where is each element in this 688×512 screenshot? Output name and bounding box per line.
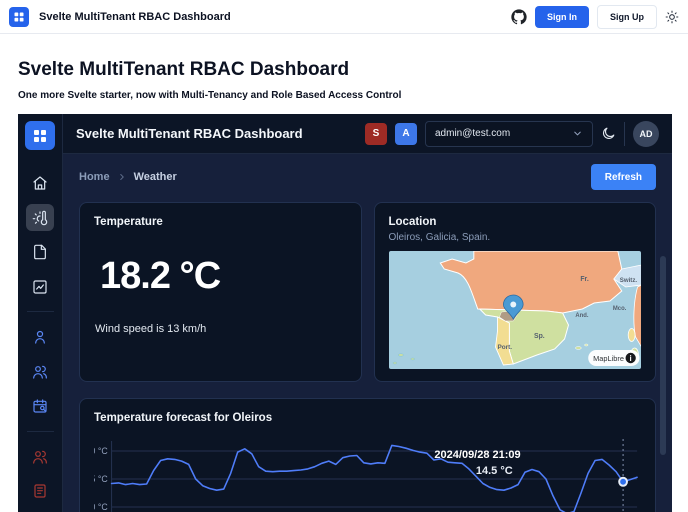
sidebar-item-charts[interactable]: [26, 273, 54, 301]
dashboard-content: Home Weather Refresh Temperature 18.2 °C…: [63, 154, 672, 512]
page-subtitle: One more Svelte starter, now with Multi-…: [18, 90, 402, 101]
temperature-card-title: Temperature: [94, 216, 163, 228]
brand-link[interactable]: Svelte MultiTenant RBAC Dashboard: [9, 6, 231, 27]
user-select[interactable]: admin@test.com: [425, 120, 593, 147]
sun-icon: [665, 10, 679, 23]
hero-section: Svelte MultiTenant RBAC Dashboard One mo…: [0, 34, 688, 102]
grid-logo-icon: [14, 12, 24, 21]
topnav-title: Svelte MultiTenant RBAC Dashboard: [39, 10, 231, 23]
breadcrumb-home[interactable]: Home: [79, 171, 110, 183]
theme-toggle-button[interactable]: [665, 10, 679, 24]
breadcrumb: Home Weather: [79, 171, 177, 183]
users-icon: [33, 450, 47, 464]
sign-up-button[interactable]: Sign Up: [597, 4, 657, 29]
tenant-a-button[interactable]: A: [395, 122, 417, 145]
location-card: Location Oleiros, Galicia, Spain. Fr. Sw…: [373, 202, 656, 382]
home-icon: [33, 176, 47, 190]
map-canvas: Fr. Switz. Mco. And. Sp. Port. MapLibre …: [388, 251, 641, 369]
sidebar-item-weather[interactable]: [26, 203, 54, 232]
sidebar-item-users[interactable]: [26, 358, 54, 386]
refresh-button[interactable]: Refresh: [590, 164, 656, 190]
user-select-value: admin@test.com: [435, 128, 511, 139]
forecast-card: Temperature forecast for Oleiros 20 °C 15…: [79, 398, 656, 512]
github-icon: [511, 8, 527, 24]
location-subtitle: Oleiros, Galicia, Spain.: [388, 232, 491, 243]
svg-text:15 °C: 15 °C: [94, 474, 108, 484]
notebook-icon: [34, 484, 46, 498]
grid-logo-icon: [34, 129, 46, 142]
sidebar-divider: [26, 311, 54, 313]
dashboard-frame: Svelte MultiTenant RBAC Dashboard S A ad…: [18, 114, 672, 512]
forecast-chart[interactable]: 20 °C15 °C10 °C 2024/09/28 21:09 14.5 °C: [94, 435, 641, 512]
sign-in-button[interactable]: Sign In: [535, 5, 589, 28]
dashboard-sidebar: [18, 114, 63, 512]
sidebar-item-tenant-users[interactable]: [26, 443, 54, 471]
sidebar-divider: [26, 430, 54, 432]
location-card-title: Location: [388, 216, 437, 228]
map-attribution[interactable]: MapLibre i: [587, 350, 640, 366]
sidebar-item-audit-log[interactable]: [26, 477, 54, 505]
dashboard-title: Svelte MultiTenant RBAC Dashboard: [76, 126, 303, 141]
svg-text:10 °C: 10 °C: [94, 502, 108, 512]
header-divider: [624, 121, 625, 146]
sidebar-item-calendar-search[interactable]: [26, 392, 54, 420]
map-label-france: Fr.: [580, 276, 588, 283]
dashboard-header: Svelte MultiTenant RBAC Dashboard S A ad…: [63, 114, 672, 154]
svg-text:20 °C: 20 °C: [94, 446, 108, 456]
chevron-down-icon: [574, 131, 581, 136]
sidebar-item-home[interactable]: [26, 169, 54, 197]
app-logo: [9, 6, 29, 27]
temperature-card: Temperature 18.2 °C Wind speed is 13 km/…: [79, 202, 362, 382]
map-attribution-label: MapLibre: [593, 354, 624, 363]
svg-text:i: i: [629, 354, 631, 363]
dark-mode-toggle[interactable]: [601, 126, 616, 141]
page-title: Svelte MultiTenant RBAC Dashboard: [18, 59, 350, 80]
user-avatar[interactable]: AD: [633, 120, 659, 147]
user-icon: [35, 331, 45, 344]
temperature-value: 18.2 °C: [100, 255, 221, 297]
map-label-monaco: Mco.: [612, 306, 626, 312]
breadcrumb-current: Weather: [133, 171, 177, 183]
map-label-spain: Sp.: [533, 333, 544, 340]
map-label-switzerland: Switz.: [619, 277, 637, 284]
chevron-right-icon: [119, 174, 124, 180]
map-label-andorra: And.: [575, 313, 588, 319]
chart-icon: [33, 280, 47, 294]
forecast-card-title: Temperature forecast for Oleiros: [94, 412, 273, 424]
wind-speed-text: Wind speed is 13 km/h: [95, 323, 207, 335]
moon-icon: [603, 127, 615, 139]
forecast-chart-svg: 20 °C 15 °C 10 °C: [94, 439, 638, 512]
map[interactable]: Fr. Switz. Mco. And. Sp. Port. MapLibre …: [388, 251, 641, 369]
sidebar-item-documents[interactable]: [26, 238, 54, 266]
map-label-portugal: Port.: [497, 344, 512, 351]
thermometer-sun-icon: [32, 210, 48, 225]
top-navbar: Svelte MultiTenant RBAC Dashboard Sign I…: [0, 0, 688, 34]
sidebar-logo[interactable]: [25, 121, 55, 151]
calendar-search-icon: [33, 399, 47, 413]
file-icon: [34, 244, 46, 260]
tenant-s-button[interactable]: S: [365, 122, 387, 145]
users-icon: [33, 365, 47, 379]
sidebar-item-profile[interactable]: [26, 323, 54, 351]
github-button[interactable]: [511, 8, 527, 25]
dashboard-scrollbar[interactable]: [660, 256, 666, 455]
